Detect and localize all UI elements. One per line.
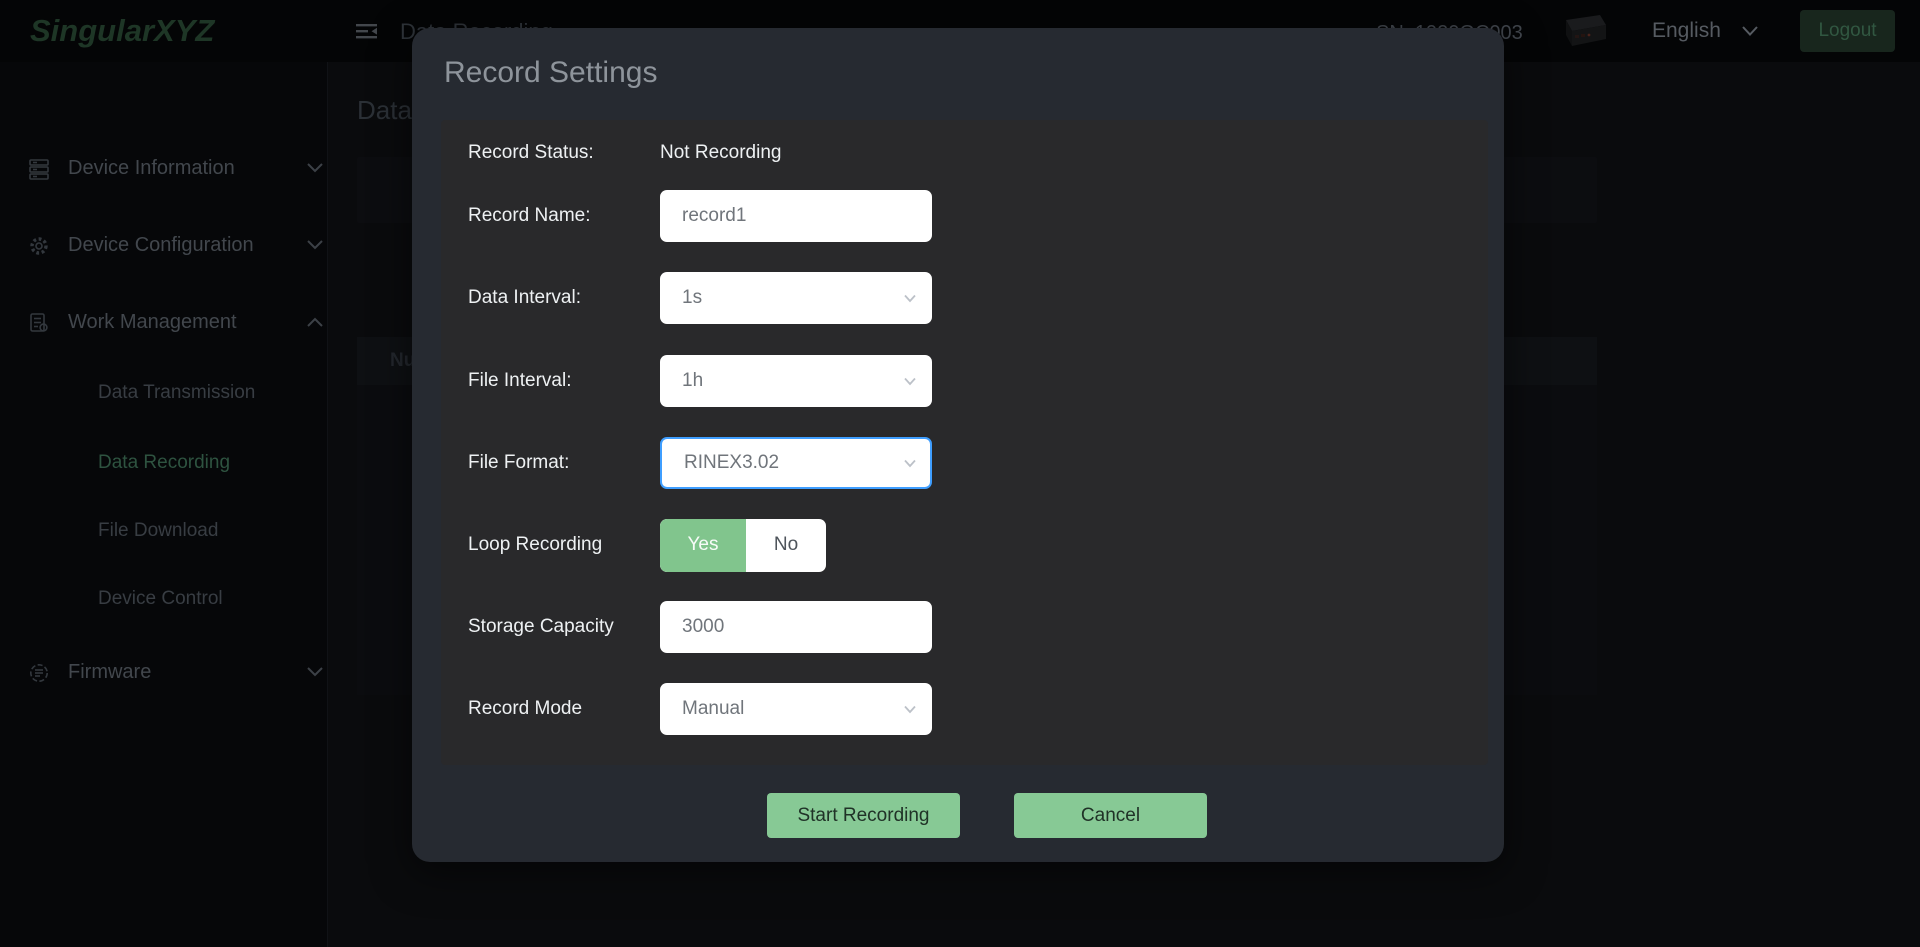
chevron-down-icon [902, 290, 918, 312]
sidebar-item-firmware[interactable]: Firmware [0, 653, 328, 693]
server-icon [28, 158, 50, 185]
loop-recording-no-option[interactable]: No [746, 519, 826, 572]
loop-recording-yes-option[interactable]: Yes [660, 519, 746, 572]
data-interval-label: Data Interval: [468, 287, 660, 309]
record-name-row: Record Name: [468, 190, 1461, 242]
sidebar-item-label: Device Information [68, 157, 235, 180]
gear-icon [28, 235, 50, 262]
storage-capacity-row: Storage Capacity [468, 601, 1461, 653]
file-format-row: File Format: RINEX3.02 [468, 437, 1461, 489]
record-mode-label: Record Mode [468, 698, 660, 720]
record-mode-select[interactable]: Manual [660, 683, 932, 735]
sidebar-item-device-information[interactable]: Device Information [0, 149, 328, 189]
loop-recording-label: Loop Recording [468, 534, 660, 556]
chevron-down-icon [306, 161, 324, 179]
loop-recording-row: Loop Recording Yes No [468, 519, 1461, 571]
record-mode-row: Record Mode Manual [468, 683, 1461, 735]
sidebar-item-label: Device Configuration [68, 234, 254, 257]
chevron-down-icon [902, 455, 918, 477]
loop-recording-toggle: Yes No [660, 519, 826, 572]
file-interval-select[interactable]: 1h [660, 355, 932, 407]
dialog-title: Record Settings [444, 56, 657, 90]
chevron-up-icon [306, 315, 324, 333]
data-interval-select[interactable]: 1s [660, 272, 932, 324]
chevron-down-icon [306, 238, 324, 256]
language-selector[interactable]: English [1652, 19, 1759, 43]
app-window: SingularXYZ Data Recording SN: 1920GC003 [0, 0, 1920, 947]
storage-capacity-input[interactable] [660, 601, 932, 653]
sidebar-item-work-management[interactable]: Work Management [0, 303, 328, 343]
language-label: English [1652, 19, 1721, 42]
chevron-down-icon [902, 373, 918, 395]
file-format-select[interactable]: RINEX3.02 [660, 437, 932, 489]
record-settings-dialog: Record Settings Record Status: Not Recor… [412, 28, 1504, 862]
sidebar-item-label: Work Management [68, 311, 237, 334]
sidebar-item-label: Firmware [68, 661, 151, 684]
record-name-input[interactable] [660, 190, 932, 242]
sidebar-item-data-recording[interactable]: Data Recording [0, 444, 328, 482]
record-name-label: Record Name: [468, 205, 660, 227]
sidebar-item-device-control[interactable]: Device Control [0, 580, 328, 618]
file-interval-row: File Interval: 1h [468, 355, 1461, 407]
sidebar-item-device-configuration[interactable]: Device Configuration [0, 226, 328, 266]
data-interval-row: Data Interval: 1s [468, 272, 1461, 324]
sidebar-item-data-transmission[interactable]: Data Transmission [0, 374, 328, 412]
dialog-form-panel: Record Status: Not Recording Record Name… [441, 120, 1488, 765]
record-status-row: Record Status: Not Recording [468, 127, 1461, 179]
storage-capacity-label: Storage Capacity [468, 616, 660, 638]
sidebar-nav: Device Information Device Configuration [0, 62, 328, 947]
collapse-sidebar-icon[interactable] [355, 21, 381, 41]
chevron-down-icon [306, 665, 324, 683]
tasks-icon [28, 312, 50, 339]
firmware-icon [28, 662, 50, 689]
logout-button[interactable]: Logout [1800, 10, 1895, 52]
record-status-label: Record Status: [468, 142, 660, 164]
cancel-button[interactable]: Cancel [1014, 793, 1207, 838]
device-photo [1556, 6, 1612, 59]
chevron-down-icon [902, 701, 918, 723]
file-format-label: File Format: [468, 452, 660, 474]
brand-logo: SingularXYZ [30, 13, 214, 49]
start-recording-button[interactable]: Start Recording [767, 793, 960, 838]
chevron-down-icon [1741, 19, 1759, 43]
record-status-value: Not Recording [660, 142, 781, 164]
sidebar-item-file-download[interactable]: File Download [0, 512, 328, 550]
file-interval-label: File Interval: [468, 370, 660, 392]
